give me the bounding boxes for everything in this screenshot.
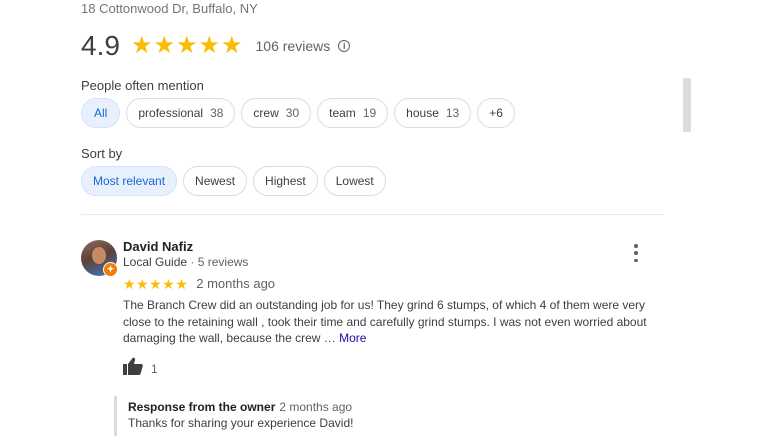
review-date: 2 months ago xyxy=(196,276,276,291)
place-address: 18 Cottonwood Dr, Buffalo, NY xyxy=(81,1,258,16)
review-body: The Branch Crew did an outstanding job f… xyxy=(123,298,647,345)
local-guide-badge-icon: ✦ xyxy=(103,262,118,277)
sort-option-label: Lowest xyxy=(335,174,374,188)
mention-chips: All professional 38 crew 30 team 19 hous… xyxy=(81,98,515,128)
chip-count: 13 xyxy=(445,106,460,120)
owner-response-bar xyxy=(114,396,117,436)
rating-summary: 4.9 ★★★★★ 106 reviews i xyxy=(81,30,351,62)
sort-newest[interactable]: Newest xyxy=(183,166,248,196)
average-rating: 4.9 xyxy=(81,30,120,61)
chip-crew[interactable]: crew 30 xyxy=(241,98,312,128)
chip-professional[interactable]: professional 38 xyxy=(126,98,236,128)
thumbs-up-icon[interactable] xyxy=(123,357,143,380)
like-row: 1 xyxy=(123,357,158,380)
owner-response-header: Response from the owner 2 months ago xyxy=(128,400,352,414)
sort-chips: Most relevant Newest Highest Lowest xyxy=(81,166,386,196)
sort-option-label: Newest xyxy=(195,174,236,188)
reviews-count[interactable]: 106 reviews xyxy=(256,38,331,54)
more-vert-icon[interactable] xyxy=(630,244,642,262)
chip-all[interactable]: All xyxy=(81,98,121,128)
like-count: 1 xyxy=(151,361,158,376)
chip-team[interactable]: team 19 xyxy=(317,98,389,128)
chip-count: 19 xyxy=(362,106,377,120)
reviewer-name[interactable]: David Nafiz xyxy=(123,239,193,254)
review-stars: ★★★★★ xyxy=(123,275,189,292)
chip-label: +6 xyxy=(489,106,503,120)
chip-label: professional xyxy=(138,106,204,120)
owner-response-title: Response from the owner xyxy=(128,400,276,414)
local-guide-label: Local Guide xyxy=(123,255,188,269)
sort-option-label: Highest xyxy=(265,174,306,188)
rating-stars: ★★★★★ xyxy=(130,32,244,59)
meta-separator: · xyxy=(187,255,198,269)
sort-most-relevant[interactable]: Most relevant xyxy=(81,166,178,196)
info-icon[interactable]: i xyxy=(338,40,351,52)
reviewer-review-count: 5 reviews xyxy=(197,255,249,269)
mentions-label: People often mention xyxy=(81,78,204,93)
review-text: The Branch Crew did an outstanding job f… xyxy=(123,297,663,347)
review-rating: ★★★★★ 2 months ago xyxy=(123,276,275,291)
avatar-face xyxy=(92,247,106,264)
reviewer-meta: Local Guide · 5 reviews xyxy=(123,255,248,269)
divider xyxy=(81,214,664,215)
chip-label: All xyxy=(94,106,108,120)
sort-lowest[interactable]: Lowest xyxy=(323,166,386,196)
chip-label: house xyxy=(406,106,439,120)
sort-label: Sort by xyxy=(81,146,123,161)
chip-more-topics[interactable]: +6 xyxy=(477,98,515,128)
chip-count: 30 xyxy=(285,106,300,120)
chip-count: 38 xyxy=(210,106,224,120)
sort-option-label: Most relevant xyxy=(93,174,166,188)
chip-label: crew xyxy=(253,106,279,120)
chip-label: team xyxy=(329,106,356,120)
chip-house[interactable]: house 13 xyxy=(394,98,472,128)
sort-highest[interactable]: Highest xyxy=(253,166,318,196)
owner-response-date: 2 months ago xyxy=(279,400,353,414)
scrollbar[interactable] xyxy=(683,78,691,132)
more-link[interactable]: More xyxy=(339,331,366,345)
